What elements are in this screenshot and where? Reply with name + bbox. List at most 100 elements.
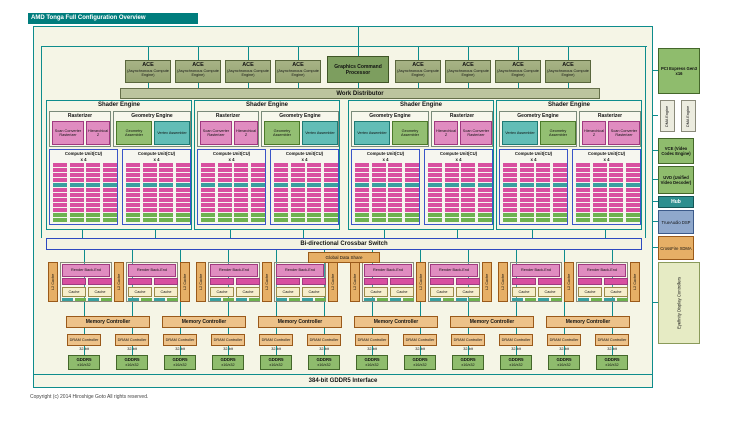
cu-cell (159, 178, 173, 182)
cu-cell (176, 208, 190, 212)
rbe-cell (62, 278, 86, 285)
rbe-cell (236, 278, 260, 285)
dram-controller: DRAM Controller (403, 334, 437, 346)
cu-cell (593, 173, 607, 177)
gddr5-sub: x16/x32 (269, 363, 283, 367)
cu-cell (70, 218, 84, 222)
memory-controller: Memory Controller (66, 316, 150, 328)
cu-cell (445, 198, 459, 202)
cu-cell (478, 188, 492, 192)
cu-cell (103, 218, 117, 222)
cu-cell (274, 193, 288, 197)
cu-cell (307, 208, 321, 212)
cu-cell (553, 213, 567, 217)
cu-cell (307, 188, 321, 192)
shader-engine: Shader Engine Rasterizer Scan Converter Ra… (46, 100, 192, 230)
cu-cell (626, 203, 640, 207)
connector-line (652, 115, 658, 116)
geometry-assembler: Geometry Assembler (540, 121, 576, 145)
cu-cell (251, 173, 265, 177)
cu-cell (234, 203, 248, 207)
cu-cell (176, 168, 190, 172)
cu-cell (553, 178, 567, 182)
cu-cell (53, 203, 67, 207)
cu-cell (103, 168, 117, 172)
l2-cache-slice: L2 Cache (114, 262, 124, 302)
cu-cell (103, 203, 117, 207)
cu-cell (372, 163, 386, 167)
cu-cell (218, 163, 232, 167)
ace-label: ACE (412, 62, 424, 68)
dram-width-label: 32-bit (511, 347, 521, 351)
geometry-engine-label: Geometry Engine (369, 113, 411, 119)
cu-cell (159, 188, 173, 192)
cu-cell (70, 213, 84, 217)
cu-cell (372, 203, 386, 207)
l2-cache-slice: L2 Cache (328, 262, 338, 302)
cu-cell (593, 183, 607, 187)
cu-cell (53, 163, 67, 167)
cu-cell (53, 183, 67, 187)
cu-cell (126, 203, 140, 207)
cu-cell (576, 173, 590, 177)
cu-cell (234, 178, 248, 182)
cu-column (520, 163, 534, 223)
cu-cell (461, 173, 475, 177)
shader-engine-label: Shader Engine (245, 102, 288, 108)
gddr5-sub: x16/x32 (77, 363, 91, 367)
cu-cell (520, 178, 534, 182)
cu-cell (324, 188, 338, 192)
cu-cell (159, 213, 173, 217)
right-block-dma-engine: DMA Engine (660, 100, 675, 132)
cu-cell (234, 163, 248, 167)
gddr5-sub: x16/x32 (605, 363, 619, 367)
cu-cell (324, 198, 338, 202)
cu-cell (70, 208, 84, 212)
cu-cell (291, 198, 305, 202)
cu-cell (126, 168, 140, 172)
ace-sublabel: (Asynchronous Compute Engine) (277, 69, 319, 78)
cu-cell (251, 178, 265, 182)
cu-cell (159, 198, 173, 202)
l2-cache-slice: L2 Cache (498, 262, 508, 302)
cu-cell (428, 198, 442, 202)
compute-unit-group: Compute Unit(CU) x 4 (270, 149, 339, 225)
cu-cell (520, 168, 534, 172)
cache-block: Cache (276, 287, 300, 297)
ace-sublabel: (Asynchronous Compute Engine) (227, 69, 269, 78)
ace-label: ACE (462, 62, 474, 68)
cu-cell (53, 173, 67, 177)
cu-column (201, 163, 215, 223)
cu-column (251, 163, 265, 223)
cu-cell (428, 168, 442, 172)
gddr5-block: GDDR5 x16/x32 (596, 355, 628, 370)
cu-cell (324, 178, 338, 182)
cu-cell (461, 183, 475, 187)
cu-cell (53, 208, 67, 212)
cu-cell (445, 213, 459, 217)
cu-cell (536, 178, 550, 182)
cu-cell (355, 213, 369, 217)
right-block-vce-video-codec-engine: VCE (Video Codec Engine) (658, 138, 694, 164)
cu-cell (478, 213, 492, 217)
cu-cell (445, 178, 459, 182)
cu-cell (405, 213, 419, 217)
cu-cell (291, 193, 305, 197)
dram-width-label: 32-bit (271, 347, 281, 351)
cu-column (553, 163, 567, 223)
cu-cell (234, 213, 248, 217)
cu-column (388, 163, 402, 223)
compute-unit-count: x 4 (530, 156, 537, 162)
cu-column (307, 163, 321, 223)
cu-cell (553, 208, 567, 212)
compute-unit-count: x 4 (455, 156, 462, 162)
cache-block: Cache (364, 287, 388, 297)
connector-line (645, 46, 646, 238)
ace-sublabel: (Asynchronous Compute Engine) (127, 69, 169, 78)
connector-line (82, 230, 83, 238)
cu-cell (234, 183, 248, 187)
cu-cell (445, 218, 459, 222)
global-data-share: Global Data Share (308, 252, 380, 263)
rasterizer-block: Rasterizer Hierarchical Z Scan Converter R… (579, 111, 641, 147)
connector-line (532, 230, 533, 238)
